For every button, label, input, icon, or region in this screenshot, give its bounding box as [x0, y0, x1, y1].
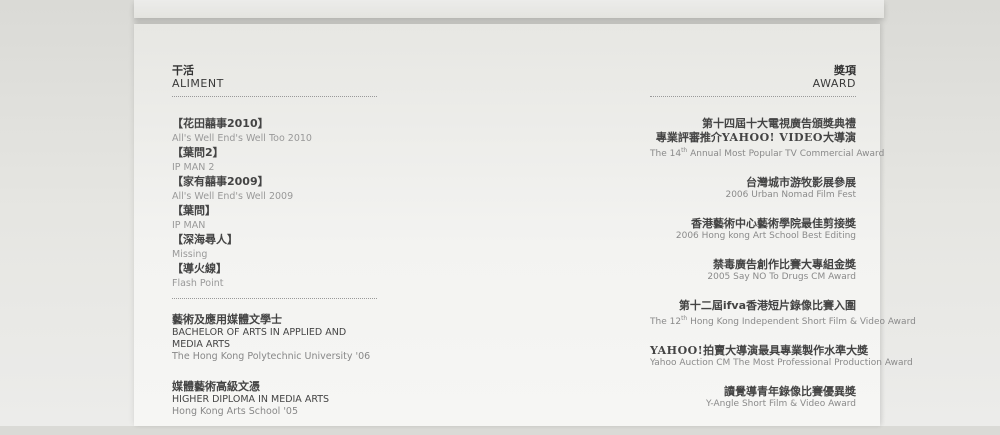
award-list: 第十四屆十大電視廣告頒獎典禮 專業評審推介YAHOO! VIDEO大導演 The…	[650, 117, 916, 410]
film-item[interactable]: 【葉問2】 IP MAN 2	[172, 146, 377, 175]
degree-en: BACHELOR OF ARTS IN APPLIED AND MEDIA AR…	[172, 327, 347, 350]
award-title-zh: 獎項	[834, 64, 856, 77]
award-name-zh-line2: 專業評審推介YAHOO! VIDEO大導演	[650, 131, 856, 145]
film-item[interactable]: 【深海尋人】 Missing	[172, 233, 377, 262]
divider	[172, 95, 377, 97]
award-name-zh: 第十四屆十大電視廣告頒獎典禮	[702, 117, 856, 130]
film-item[interactable]: 【葉問】 IP MAN	[172, 204, 377, 233]
award-name-zh: 台灣城市游牧影展參展	[746, 176, 856, 189]
content-panel: 干活 ALIMENT 【花田囍事2010】 All's Well End's W…	[134, 24, 916, 426]
film-title-en: IP MAN 2	[172, 162, 215, 173]
award-text: 拍賣大導演最具專業製作水準大獎	[703, 344, 869, 357]
film-title-zh: 【家有囍事2009】	[172, 175, 269, 188]
award-text: The 14	[650, 149, 682, 159]
award-item: 台灣城市游牧影展參展 2006 Urban Nomad Film Fest	[650, 176, 856, 201]
divider	[172, 297, 377, 299]
award-text: 大導演	[823, 131, 856, 144]
education-item: 媒體藝術高級文憑 HIGHER DIPLOMA IN MEDIA ARTS Ho…	[172, 380, 377, 418]
film-list: 【花田囍事2010】 All's Well End's Well Too 201…	[172, 117, 377, 291]
film-title-en: Missing	[172, 249, 208, 260]
award-item: 香港藝術中心藝術學院最佳剪接獎 2006 Hong kong Art Schoo…	[650, 217, 856, 242]
aliment-title-zh: 干活	[172, 64, 194, 77]
film-title-zh: 【深海尋人】	[172, 233, 238, 246]
yahoo-logo: YAHOO!	[650, 344, 704, 357]
award-name-en: The 12th Hong Kong Independent Short Fil…	[650, 313, 916, 328]
award-title-en: AWARD	[812, 77, 856, 90]
award-text: The 12	[650, 317, 682, 327]
school-name: The Hong Kong Polytechnic University '06	[172, 351, 371, 362]
education-item: 藝術及應用媒體文學士 BACHELOR OF ARTS IN APPLIED A…	[172, 313, 377, 363]
award-column: 獎項 AWARD 第十四屆十大電視廣告頒獎典禮 專業評審推介YAHOO! VID…	[650, 64, 916, 426]
film-item[interactable]: 【花田囍事2010】 All's Well End's Well Too 201…	[172, 117, 377, 146]
award-name-en: 2006 Hong kong Art School Best Editing	[675, 231, 856, 241]
award-name-zh: 第十二屆ifva香港短片錄像比賽入圍	[678, 299, 856, 312]
award-name-zh: 禁毒廣告創作比賽大專組金獎	[713, 258, 856, 271]
award-name-zh: 香港藝術中心藝術學院最佳剪接獎	[691, 217, 856, 230]
aliment-column: 干活 ALIMENT 【花田囍事2010】 All's Well End's W…	[172, 64, 377, 435]
yahoo-video-logo: YAHOO! VIDEO	[721, 131, 823, 144]
award-name-en: 2005 Say NO To Drugs CM Award	[707, 272, 856, 282]
film-title-en: Flash Point	[172, 278, 224, 289]
film-title-zh: 【花田囍事2010】	[172, 117, 269, 130]
award-item: 讀覺導青年錄像比賽優異獎 Y-Angle Short Film & Video …	[650, 385, 856, 410]
degree-zh: 藝術及應用媒體文學士	[172, 313, 282, 326]
school-name: Hong Kong Arts School '05	[172, 406, 299, 417]
film-title-en: IP MAN	[172, 220, 206, 231]
award-item: 第十二屆ifva香港短片錄像比賽入圍 The 12th Hong Kong In…	[650, 299, 916, 328]
award-text: Hong Kong Independent Short Film & Video…	[687, 317, 916, 327]
aliment-title-en: ALIMENT	[172, 77, 224, 90]
film-title-en: All's Well End's Well Too 2010	[172, 133, 312, 144]
film-title-zh: 【導火線】	[172, 262, 227, 275]
education-list: 藝術及應用媒體文學士 BACHELOR OF ARTS IN APPLIED A…	[172, 313, 377, 418]
award-name-zh: YAHOO!拍賣大導演最具專業製作水準大獎	[650, 344, 868, 358]
film-title-zh: 【葉問2】	[172, 146, 224, 159]
film-item[interactable]: 【家有囍事2009】 All's Well End's Well 2009	[172, 175, 377, 204]
divider	[650, 95, 856, 97]
award-name-en: 2006 Urban Nomad Film Fest	[725, 190, 856, 200]
award-name-en: Yahoo Auction CM The Most Professional P…	[650, 358, 913, 368]
degree-zh: 媒體藝術高級文憑	[172, 380, 260, 393]
award-text: Annual Most Popular TV Commercial Award	[687, 149, 885, 159]
film-item[interactable]: 【導火線】 Flash Point	[172, 262, 377, 291]
award-text: 專業評審推介	[655, 131, 722, 144]
award-name-en: Y-Angle Short Film & Video Award	[706, 399, 856, 409]
film-title-zh: 【葉問】	[172, 204, 216, 217]
degree-en: HIGHER DIPLOMA IN MEDIA ARTS	[172, 394, 330, 405]
award-item: 第十四屆十大電視廣告頒獎典禮 專業評審推介YAHOO! VIDEO大導演 The…	[650, 117, 884, 160]
award-name-zh: 讀覺導青年錄像比賽優異獎	[724, 385, 856, 398]
top-panel	[134, 0, 884, 18]
award-item: YAHOO!拍賣大導演最具專業製作水準大獎 Yahoo Auction CM T…	[650, 344, 913, 369]
award-name-en: The 14th Annual Most Popular TV Commerci…	[650, 145, 884, 160]
award-item: 禁毒廣告創作比賽大專組金獎 2005 Say NO To Drugs CM Aw…	[650, 258, 856, 283]
film-title-en: All's Well End's Well 2009	[172, 191, 294, 202]
